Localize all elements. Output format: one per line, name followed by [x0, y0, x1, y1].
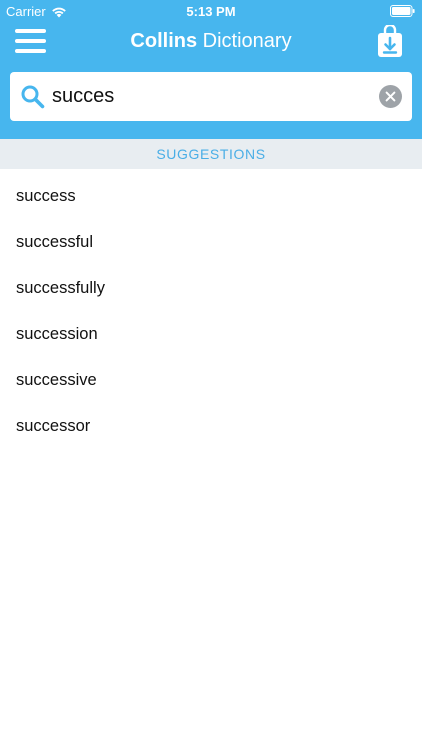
suggestion-item[interactable]: successfully	[0, 261, 422, 307]
suggestion-item[interactable]: succession	[0, 307, 422, 353]
app-title-rest: Dictionary	[197, 30, 292, 52]
search-icon	[21, 85, 45, 109]
download-icon[interactable]	[377, 25, 403, 58]
app-title: Collins Dictionary	[0, 30, 422, 53]
suggestion-item[interactable]: successive	[0, 353, 422, 399]
status-time: 5:13 PM	[186, 4, 236, 19]
header: Carrier 5:13 PM Collins Dictionary succe…	[0, 0, 422, 139]
app-title-brand: Collins	[130, 30, 198, 52]
suggestion-item[interactable]: success	[0, 169, 422, 215]
app-screen: Carrier 5:13 PM Collins Dictionary succe…	[0, 0, 422, 750]
suggestion-item[interactable]: successor	[0, 399, 422, 445]
suggestions-header: SUGGESTIONS	[0, 139, 422, 169]
search-input[interactable]	[52, 80, 352, 113]
battery-icon	[390, 5, 415, 17]
suggestions-list: success successful successfully successi…	[0, 169, 422, 445]
suggestion-item[interactable]: successful	[0, 215, 422, 261]
clear-icon[interactable]	[379, 85, 402, 108]
search-bar	[10, 72, 412, 121]
nav-bar: Collins Dictionary	[0, 22, 422, 66]
status-bar: Carrier 5:13 PM	[0, 0, 422, 22]
